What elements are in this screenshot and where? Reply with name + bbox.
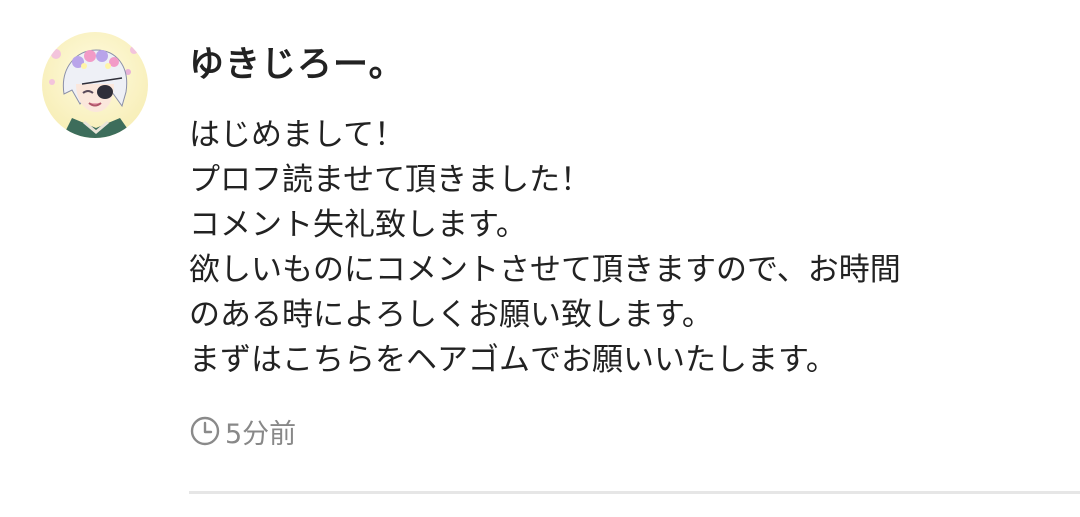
user-avatar-icon xyxy=(42,32,148,138)
divider xyxy=(189,491,1080,494)
comment-line: コメント失礼致します。 xyxy=(189,207,527,243)
comment-item: ゆきじろー。 はじめまして！ プロフ読ませて頂きました！ コメント失礼致します。… xyxy=(0,0,1080,517)
comment-line: プロフ読ませて頂きました！ xyxy=(189,162,592,198)
comment-body: はじめまして！ プロフ読ませて頂きました！ コメント失礼致します。 欲しいものに… xyxy=(189,113,1069,383)
comment-line: はじめまして！ xyxy=(189,117,406,153)
avatar[interactable] xyxy=(42,32,148,138)
clock-icon xyxy=(189,415,221,447)
timestamp-label: 5分前 xyxy=(225,418,297,450)
username[interactable]: ゆきじろー。 xyxy=(189,38,405,92)
timestamp: 5分前 xyxy=(189,411,296,451)
comment-line: 欲しいものにコメントさせて頂きますので、お時間 xyxy=(189,252,901,288)
comment-line: のある時によろしくお願い致します。 xyxy=(189,297,713,333)
comment-line: まずはこちらをヘアゴムでお願いいたします。 xyxy=(189,342,837,378)
